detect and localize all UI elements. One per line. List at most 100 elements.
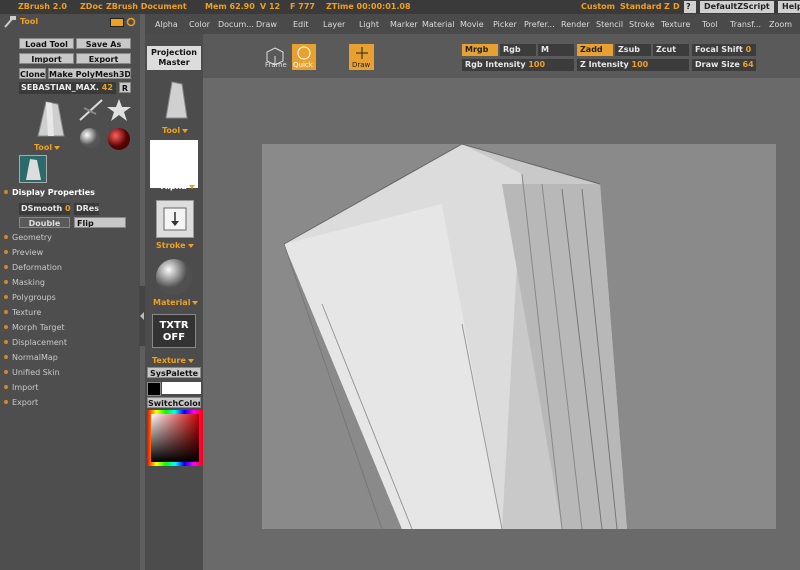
d-menu[interactable]: D [673,2,680,11]
active-tool-swatch[interactable] [19,155,47,183]
dres-slider[interactable]: DRes [74,203,99,215]
menu-movie[interactable]: Movie [460,20,484,29]
import-button[interactable]: Import [19,53,74,64]
menu-material[interactable]: Material [422,20,455,29]
menu-stroke[interactable]: Stroke [629,20,655,29]
display-properties-section[interactable]: Display Properties [4,188,95,197]
shelf-column: Projection Master Tool Alpha Stroke Mater… [145,34,203,570]
unified-skin-section[interactable]: Unified Skin [4,368,60,377]
menu-render[interactable]: Render [561,20,589,29]
texture-off-preview[interactable]: TXTR OFF [152,314,196,348]
tool-thumbnail-icon[interactable] [34,100,66,138]
focal-shift-slider[interactable]: Focal Shift 0 [692,44,756,56]
r-button[interactable]: R [119,82,131,93]
custom-menu[interactable]: Custom [581,2,615,11]
star-tool-icon[interactable] [106,98,132,122]
stroke-label[interactable]: Stroke [156,241,194,250]
menu-color[interactable]: Color [189,20,210,29]
primary-color-swatch[interactable] [162,382,201,394]
menu-alpha[interactable]: Alpha [155,20,178,29]
texture-section[interactable]: Texture [4,308,41,317]
material-sphere-icon[interactable] [155,258,193,296]
geometry-section[interactable]: Geometry [4,233,52,242]
menu-stencil[interactable]: Stencil [596,20,623,29]
standard-menu[interactable]: Standard [620,2,661,11]
mrgb-button[interactable]: Mrgb [462,44,498,56]
tool-label[interactable]: Tool [34,143,61,152]
menu-document[interactable]: Docum... [218,20,254,29]
quick-button[interactable]: Quick [292,44,316,70]
projection-master-button[interactable]: Projection Master [147,46,201,70]
syspalette-button[interactable]: SysPalette [147,367,201,378]
save-as-button[interactable]: Save As [76,38,131,49]
menu-light[interactable]: Light [359,20,379,29]
zcut-button[interactable]: Zcut [653,44,689,56]
zsub-button[interactable]: Zsub [615,44,651,56]
make-polymesh-button[interactable]: Make PolyMesh3D [48,68,131,79]
alpha-preview[interactable] [150,140,198,188]
sculpt-model[interactable] [262,143,776,530]
morph-target-section[interactable]: Morph Target [4,323,65,332]
help-button[interactable]: Help [778,1,800,13]
clone-button[interactable]: Clone [19,68,46,79]
normalmap-section[interactable]: NormalMap [4,353,58,362]
draw-crosshair-icon [356,47,368,59]
draw-button[interactable]: Draw [349,44,374,70]
color-picker[interactable] [147,410,203,466]
displacement-section[interactable]: Displacement [4,338,67,347]
sphere-tool-icon[interactable] [79,127,101,149]
refresh-icon[interactable] [126,17,136,27]
mem-readout: Mem 62.90 [205,2,255,11]
tool-shelf-label[interactable]: Tool [162,126,189,135]
m-button[interactable]: M [538,44,574,56]
frame-label: Frame [265,61,287,69]
zdoc-menu[interactable]: ZDoc [80,2,103,11]
color-picker-square[interactable] [151,414,199,462]
menu-layer[interactable]: Layer [323,20,345,29]
zadd-button[interactable]: Zadd [577,44,613,56]
draw-size-slider[interactable]: Draw Size 64 [692,59,756,71]
rgb-button[interactable]: Rgb [500,44,536,56]
material-label[interactable]: Material [153,298,199,307]
document-canvas[interactable] [262,143,776,530]
dsmooth-slider[interactable]: DSmooth 0 [19,203,71,215]
tool-count: 42 [101,83,113,92]
masking-section[interactable]: Masking [4,278,45,287]
preview-section[interactable]: Preview [4,248,43,257]
brush-tool-icon[interactable] [78,98,106,122]
tool-palette: Tool Load Tool Save As Import Export Clo… [0,14,140,570]
help-question-button[interactable]: ? [684,1,696,13]
z-menu[interactable]: Z [664,2,670,11]
tool-name-field[interactable]: SEBASTIAN_MAX. 42 [19,82,116,94]
menu-tool[interactable]: Tool [702,20,718,29]
texture-label[interactable]: Texture [152,356,194,365]
export-section[interactable]: Export [4,398,38,407]
palette-popout-icon[interactable] [110,18,124,27]
flip-button[interactable]: Flip [74,217,126,228]
red-material-icon[interactable] [107,127,131,151]
polygroups-section[interactable]: Polygroups [4,293,56,302]
switchcolor-button[interactable]: SwitchColor [147,397,201,408]
menu-texture[interactable]: Texture [661,20,690,29]
defaultzscript-button[interactable]: DefaultZScript [700,1,774,13]
menu-transform[interactable]: Transf... [730,20,761,29]
menu-zoom[interactable]: Zoom [769,20,792,29]
menu-preferences[interactable]: Prefer... [524,20,555,29]
double-button[interactable]: Double [19,217,70,228]
current-tool-icon[interactable] [163,80,189,120]
import-section[interactable]: Import [4,383,39,392]
load-tool-button[interactable]: Load Tool [19,38,74,49]
z-intensity-slider[interactable]: Z Intensity 100 [577,59,689,71]
title-bar: ZBrush 2.0 ZDoc ZBrush Document Mem 62.9… [0,0,800,14]
alpha-label[interactable]: Alpha [161,182,195,191]
menu-edit[interactable]: Edit [293,20,309,29]
menu-marker[interactable]: Marker [390,20,418,29]
menu-draw[interactable]: Draw [256,20,277,29]
tool-palette-title: Tool [20,17,39,26]
menu-picker[interactable]: Picker [493,20,517,29]
secondary-color-swatch[interactable] [147,382,161,396]
stroke-preview[interactable] [156,200,194,238]
deformation-section[interactable]: Deformation [4,263,62,272]
rgb-intensity-slider[interactable]: Rgb Intensity 100 [462,59,574,71]
export-button[interactable]: Export [76,53,131,64]
